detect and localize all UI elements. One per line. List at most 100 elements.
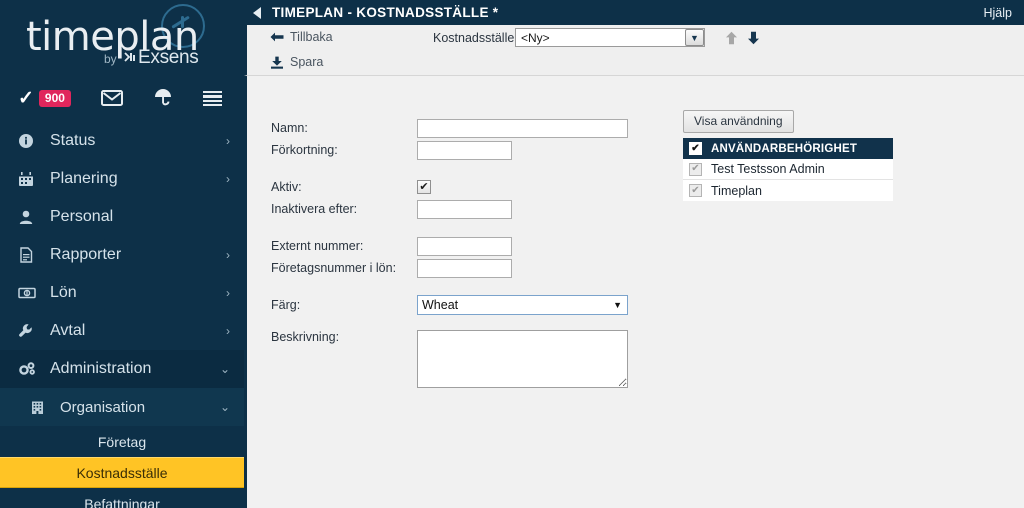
gears-icon	[18, 361, 44, 377]
sidebar-item-label: Lön	[50, 284, 77, 301]
page-title: TIMEPLAN - KOSTNADSSTÄLLE *	[272, 5, 499, 20]
save-button[interactable]: Spara	[270, 55, 323, 69]
sidebar-leaf-label: Kostnadsställe	[76, 464, 168, 481]
umbrella-icon[interactable]	[153, 85, 173, 111]
field-row-beskrivning: Beskrivning:	[271, 330, 628, 388]
foretagsnummer-input[interactable]	[417, 258, 512, 278]
sidebar-item-administration[interactable]: Administration ⌄	[0, 350, 244, 388]
table-row[interactable]: ✔ Timeplan	[683, 180, 893, 201]
sidebar-subitem-label: Organisation	[60, 398, 146, 416]
field-row-forkortning: Förkortning:	[271, 139, 628, 161]
farg-label: Färg:	[271, 298, 301, 312]
chevron-right-icon: ›	[226, 286, 230, 300]
download-icon	[270, 56, 284, 69]
row-label: Timeplan	[711, 183, 762, 198]
field-row-foretagsnummer: Företagsnummer i lön:	[271, 257, 628, 279]
inaktivera-efter-label: Inaktivera efter:	[271, 202, 358, 216]
usage-list: ✔ ANVÄNDARBEHÖRIGHET ✔ Test Testsson Adm…	[683, 138, 893, 201]
farg-value: Wheat	[422, 298, 459, 312]
row-label: ANVÄNDARBEHÖRIGHET	[711, 142, 858, 155]
chevron-down-icon: ▼	[685, 29, 704, 46]
next-record-button[interactable]	[745, 29, 761, 46]
row-checkbox[interactable]: ✔	[689, 184, 702, 197]
inaktivera-efter-input[interactable]	[417, 199, 512, 219]
collapse-left-icon[interactable]	[244, 0, 270, 25]
cost-center-label: Kostnadsställe:	[433, 31, 518, 45]
application-window: timeplan by Exsens ✓ 900 Status › Planer…	[0, 0, 1024, 508]
sidebar-item-label: Planering	[50, 170, 118, 187]
beskrivning-label: Beskrivning:	[271, 330, 340, 344]
sidebar-leaf-label: Företag	[97, 433, 147, 450]
toolbar: Tillbaka Spara Kostnadsställe: <Ny> ▼	[244, 25, 1024, 76]
wrench-icon	[18, 323, 44, 339]
sidebar-item-planering[interactable]: Planering ›	[0, 160, 244, 198]
field-row-externt-nummer: Externt nummer:	[271, 235, 628, 257]
envelope-icon[interactable]	[100, 85, 123, 111]
help-link[interactable]: Hjälp	[984, 6, 1013, 20]
beskrivning-textarea[interactable]	[417, 330, 628, 388]
sidebar-nav: Status › Planering › Personal Rapporter …	[0, 122, 244, 508]
exsens-label: Exsens	[138, 47, 199, 68]
chevron-down-icon: ▼	[613, 300, 622, 310]
tasks-badge-count: 900	[38, 89, 71, 107]
sidebar-item-befattningar[interactable]: Befattningar	[0, 488, 244, 508]
aktiv-label: Aktiv:	[271, 180, 302, 194]
sidebar-item-organisation[interactable]: Organisation ⌄	[0, 388, 244, 426]
field-row-aktiv: Aktiv: ✔	[271, 176, 628, 198]
arrow-left-icon	[270, 31, 284, 43]
row-label: Test Testsson Admin	[711, 162, 825, 176]
back-button[interactable]: Tillbaka	[270, 30, 333, 44]
sidebar-item-label: Rapporter	[50, 246, 122, 263]
sidebar-item-label: Personal	[50, 208, 114, 225]
brand-by-label: by	[104, 52, 117, 66]
field-row-namn: Namn:	[271, 117, 628, 139]
namn-input[interactable]	[417, 118, 628, 138]
sidebar-item-kostnadsstalle[interactable]: Kostnadsställe	[0, 457, 244, 488]
aktiv-checkbox[interactable]: ✔	[417, 180, 431, 194]
forkortning-label: Förkortning:	[271, 143, 338, 157]
user-icon	[18, 209, 44, 225]
sidebar-item-rapporter[interactable]: Rapporter ›	[0, 236, 244, 274]
chevron-right-icon: ›	[226, 248, 230, 262]
show-usage-button[interactable]: Visa användning	[683, 110, 794, 133]
externt-nummer-label: Externt nummer:	[271, 239, 364, 253]
sidebar: timeplan by Exsens ✓ 900 Status › Planer…	[0, 0, 244, 508]
chevron-right-icon: ›	[226, 134, 230, 148]
cost-center-select[interactable]: <Ny> ▼	[515, 28, 705, 47]
usage-panel: Visa användning ✔ ANVÄNDARBEHÖRIGHET ✔ T…	[683, 110, 893, 201]
document-icon	[18, 247, 44, 263]
row-checkbox[interactable]: ✔	[689, 142, 702, 155]
field-row-farg: Färg: Wheat ▼	[271, 294, 628, 316]
info-circle-icon	[18, 133, 44, 149]
building-icon	[30, 400, 54, 415]
table-row[interactable]: ✔ Test Testsson Admin	[683, 159, 893, 180]
main-area: TIMEPLAN - KOSTNADSSTÄLLE * Hjälp Tillba…	[244, 0, 1024, 508]
sidebar-item-foretag[interactable]: Företag	[0, 426, 244, 457]
tasks-check-icon[interactable]: ✓ 900	[18, 85, 71, 111]
sidebar-item-label: Avtal	[50, 322, 86, 339]
sidebar-item-avtal[interactable]: Avtal ›	[0, 312, 244, 350]
chevron-right-icon: ›	[226, 172, 230, 186]
previous-record-button[interactable]	[723, 29, 739, 46]
content-area: Namn: Förkortning: Aktiv: ✔ Inaktivera e…	[244, 76, 1024, 508]
list-icon[interactable]	[202, 85, 222, 111]
namn-label: Namn:	[271, 121, 308, 135]
sidebar-item-status[interactable]: Status ›	[0, 122, 244, 160]
title-bar: TIMEPLAN - KOSTNADSSTÄLLE * Hjälp	[244, 0, 1024, 25]
forkortning-input[interactable]	[417, 140, 512, 160]
sidebar-item-label: Administration	[50, 360, 152, 377]
table-row[interactable]: ✔ ANVÄNDARBEHÖRIGHET	[683, 138, 893, 159]
field-row-inaktivera: Inaktivera efter:	[271, 198, 628, 220]
back-label: Tillbaka	[290, 30, 333, 44]
cost-center-form: Namn: Förkortning: Aktiv: ✔ Inaktivera e…	[271, 117, 628, 388]
farg-select[interactable]: Wheat ▼	[417, 295, 628, 315]
sidebar-item-label: Status	[50, 132, 96, 149]
sidebar-item-lon[interactable]: Lön ›	[0, 274, 244, 312]
calendar-icon	[18, 171, 44, 187]
exsens-mark-icon	[124, 51, 137, 64]
foretagsnummer-label: Företagsnummer i lön:	[271, 261, 397, 275]
sidebar-item-personal[interactable]: Personal	[0, 198, 244, 236]
brand-logo: timeplan by Exsens	[0, 0, 244, 78]
row-checkbox[interactable]: ✔	[689, 162, 702, 176]
externt-nummer-input[interactable]	[417, 236, 512, 256]
